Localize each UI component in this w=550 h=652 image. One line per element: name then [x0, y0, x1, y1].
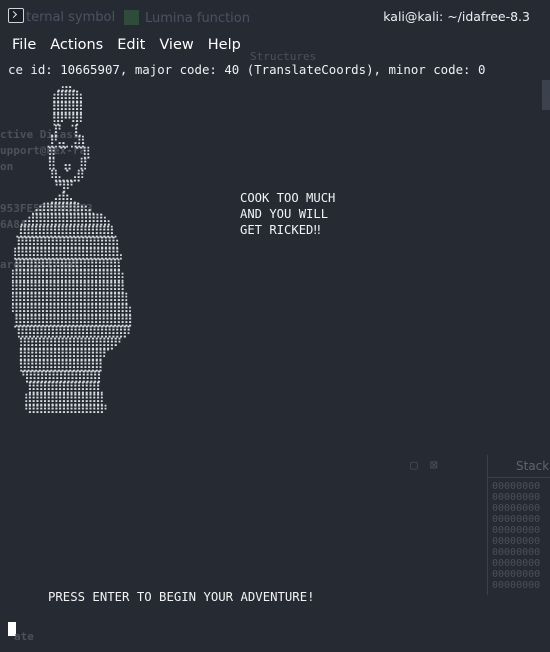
ascii-art-image: ⢀⣀⣤⣤⣄⡀ ⢠⣾⣿⣿⣿⣿⣿⣷⡄ ⢸⣿⣿⣿⣿⣿⣿⣿⡇ ⠘⣿⡿⠟⠛⠻⢿⡿⠃ ⢀⣰⡟…	[10, 78, 136, 417]
start-prompt: PRESS ENTER TO BEGIN YOUR ADVENTURE!	[48, 590, 315, 604]
terminal-icon	[8, 8, 24, 23]
background-panel-controls: ▢ ⊠	[410, 458, 450, 473]
background-ghost-text: ate	[14, 630, 34, 643]
title-bar: kali@kali: ~/idafree-8.3	[0, 0, 550, 32]
scrollbar-thumb[interactable]	[542, 80, 550, 110]
menu-help[interactable]: Help	[194, 33, 241, 57]
art-caption: COOK TOO MUCH AND YOU WILL GET RICKED‼	[240, 191, 336, 237]
menu-bar: File Actions Edit View Help	[0, 33, 241, 57]
menu-actions[interactable]: Actions	[36, 33, 103, 57]
background-stack-title: Stack	[488, 455, 550, 478]
menu-view[interactable]: View	[145, 33, 193, 57]
terminal-error-line: ce id: 10665907, major code: 40 (Transla…	[8, 62, 486, 77]
background-restore-icon: ▢	[410, 458, 418, 473]
background-stack-panel: Stack 00000000 00000000 00000000 0000000…	[487, 455, 550, 595]
window-title: kali@kali: ~/idafree-8.3	[383, 9, 530, 24]
background-stack-rows: 00000000 00000000 00000000 00000000 0000…	[492, 481, 541, 591]
menu-file[interactable]: File	[0, 33, 36, 57]
menu-edit[interactable]: Edit	[103, 33, 145, 57]
background-close-icon: ⊠	[429, 458, 438, 473]
